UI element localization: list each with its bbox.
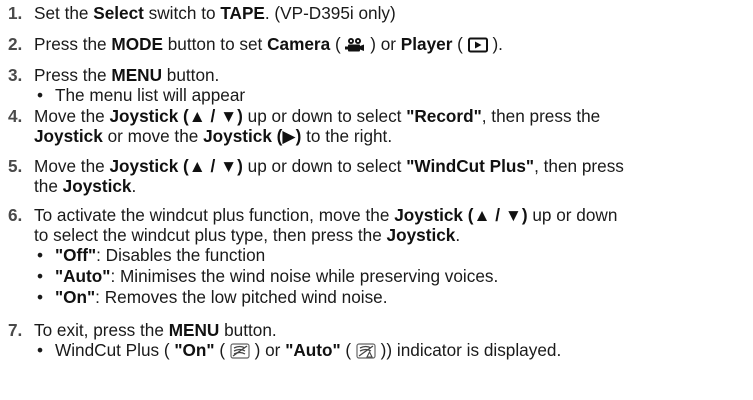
step-number: 6.	[8, 205, 23, 225]
step-number: 7.	[8, 320, 23, 340]
windcut-on-label: "On"	[174, 340, 215, 360]
step-text: Move the Joystick (▲ / ▼) up or down to …	[34, 156, 624, 196]
step-text: To activate the windcut plus function, m…	[34, 205, 618, 245]
step-text: Press the MODE button to set Camera ( ) …	[34, 34, 749, 57]
windcut-auto-icon	[356, 343, 376, 363]
step-text: Press the MENU button.	[34, 65, 220, 85]
camera-label: Camera	[267, 34, 331, 54]
list-item: • WindCut Plus ( "On" ( ) or "Auto" ( )) …	[37, 340, 561, 363]
step-number: 5.	[8, 156, 23, 176]
step-3: 3. Press the MENU button.	[8, 65, 749, 85]
option-auto-label: "Auto"	[55, 266, 111, 286]
option-off-label: "Off"	[55, 245, 97, 265]
step-2: 2. Press the MODE button to set Camera (…	[8, 34, 749, 57]
step-text: To exit, press the MENU button.	[34, 320, 277, 340]
record-menu-label: "Record"	[406, 106, 482, 126]
list-item: • "Off": Disables the function	[37, 245, 266, 265]
player-label: Player	[400, 34, 453, 54]
step-4: 4. Move the Joystick (▲ / ▼) up or down …	[8, 106, 749, 146]
step-5: 5. Move the Joystick (▲ / ▼) up or down …	[8, 156, 749, 196]
windcut-auto-label: "Auto"	[285, 340, 341, 360]
windcut-plus-menu-label: "WindCut Plus"	[406, 156, 535, 176]
menu-button-label: MENU	[168, 320, 220, 340]
list-item: • "Auto": Minimises the wind noise while …	[37, 266, 499, 286]
mode-button-label: MODE	[111, 34, 163, 54]
step-6: 6. To activate the windcut plus function…	[8, 205, 749, 245]
tape-label: TAPE	[220, 3, 265, 23]
select-switch-label: Select	[93, 3, 144, 23]
step-7: 7. To exit, press the MENU button.	[8, 320, 749, 340]
camera-mode-icon	[345, 37, 365, 57]
list-item: • The menu list will appear	[37, 85, 246, 105]
step-number: 2.	[8, 34, 23, 54]
step-number: 4.	[8, 106, 23, 126]
step-1: 1. Set the Select switch to TAPE. (VP-D3…	[8, 3, 749, 23]
windcut-on-icon	[230, 343, 250, 363]
step-text: Move the Joystick (▲ / ▼) up or down to …	[34, 106, 601, 146]
menu-button-label: MENU	[111, 65, 162, 85]
step-text: Set the Select switch to TAPE. (VP-D395i…	[34, 3, 396, 23]
player-mode-icon	[467, 37, 488, 57]
step-number: 1.	[8, 3, 23, 23]
step-number: 3.	[8, 65, 23, 85]
list-item: • "On": Removes the low pitched wind nois…	[37, 287, 388, 307]
option-on-label: "On"	[55, 287, 96, 307]
instruction-page: 1. Set the Select switch to TAPE. (VP-D3…	[0, 0, 753, 400]
